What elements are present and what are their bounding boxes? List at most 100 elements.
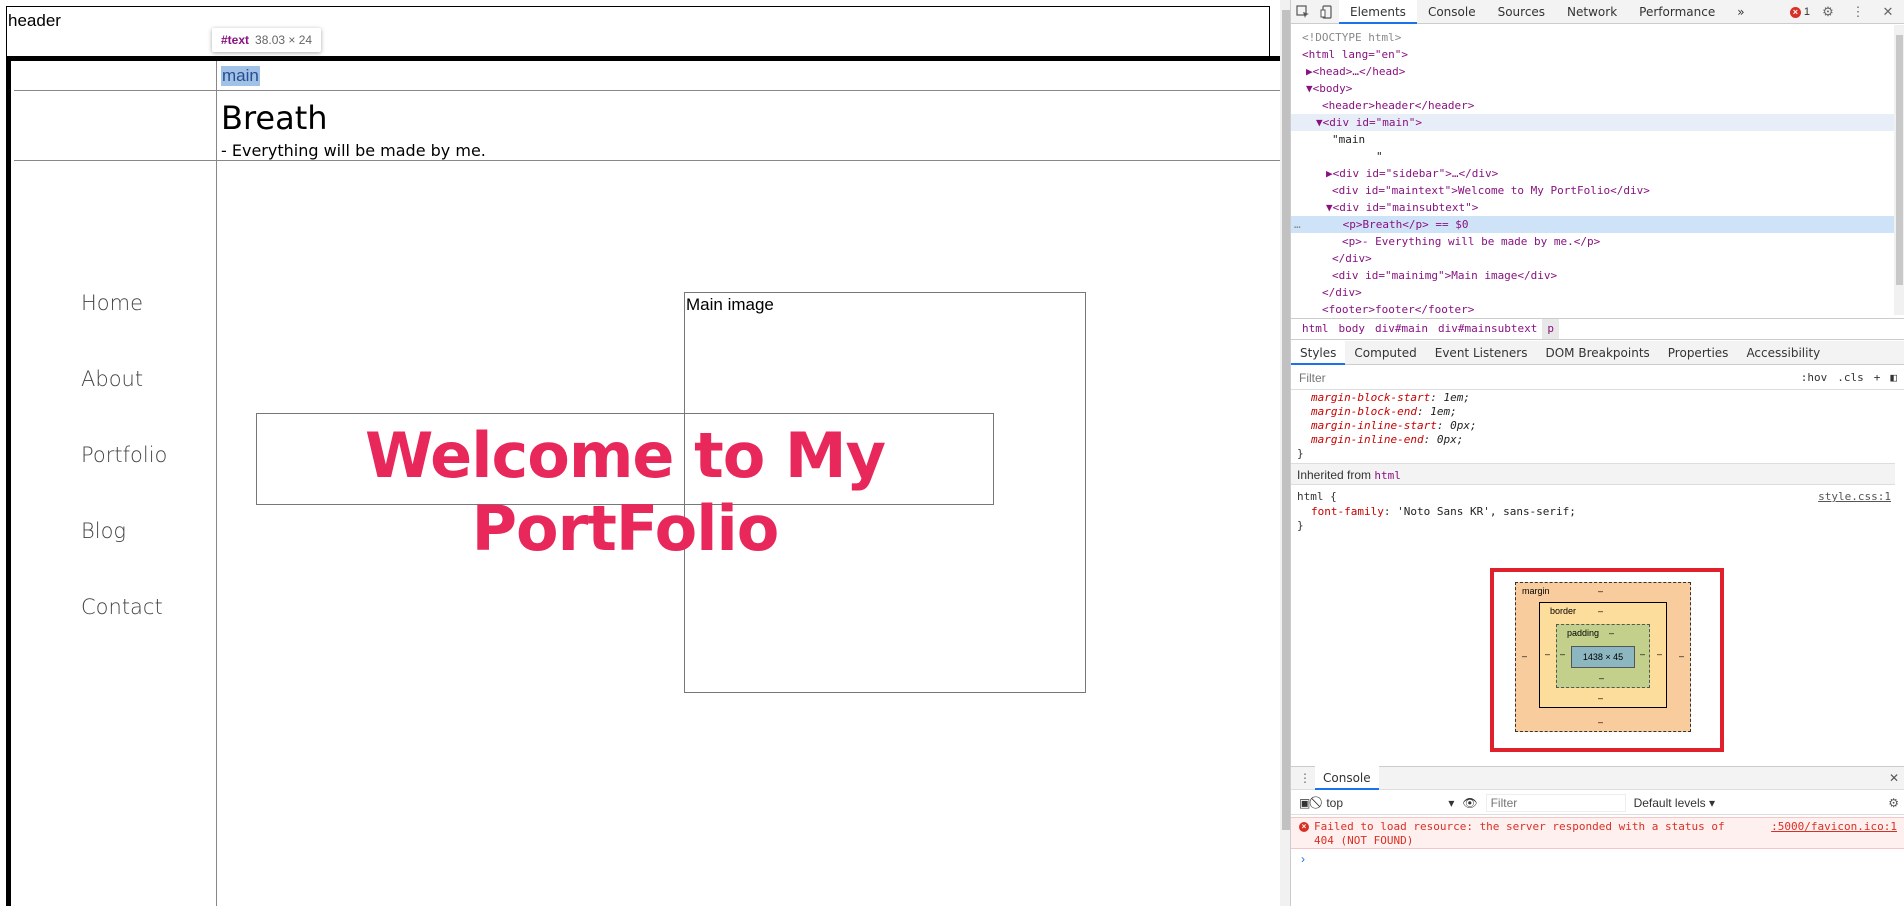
tab-event-listeners[interactable]: Event Listeners xyxy=(1426,341,1537,365)
error-count: 1 xyxy=(1803,6,1810,18)
sidebar-toggle-icon[interactable]: ▣ xyxy=(1299,796,1310,810)
cls-toggle[interactable]: .cls xyxy=(1837,371,1864,384)
tab-properties[interactable]: Properties xyxy=(1659,341,1738,365)
breadcrumb-html[interactable]: html xyxy=(1297,319,1334,339)
dom-div-close[interactable]: </div> xyxy=(1291,250,1895,267)
dom-text-main-end[interactable]: " xyxy=(1291,148,1895,165)
kebab-menu-icon[interactable]: ⋮ xyxy=(1846,0,1870,24)
live-expression-eye-icon[interactable]: 👁 xyxy=(1462,796,1477,810)
tab-performance[interactable]: Performance xyxy=(1628,0,1726,24)
sidebar-nav: Home About Portfolio Blog Contact xyxy=(81,291,167,671)
sidebar-divider xyxy=(216,61,217,906)
dom-div-maintext[interactable]: <div id="maintext">Welcome to My PortFol… xyxy=(1291,182,1895,199)
dom-scrollbar-thumb[interactable] xyxy=(1896,35,1903,285)
ua-prop[interactable]: margin-block-start: 1em; xyxy=(1291,391,1895,405)
breadcrumb-p[interactable]: p xyxy=(1542,319,1559,339)
inspect-tooltip: #text 38.03 × 24 xyxy=(212,28,322,52)
devtools-panel: Elements Console Sources Network Perform… xyxy=(1290,0,1904,906)
dom-doctype[interactable]: <!DOCTYPE html> xyxy=(1291,29,1895,46)
nav-contact[interactable]: Contact xyxy=(81,595,167,619)
dom-header[interactable]: <header>header</header> xyxy=(1291,97,1895,114)
ua-prop[interactable]: margin-block-end: 1em; xyxy=(1291,405,1895,419)
context-select[interactable]: top ▾ xyxy=(1326,796,1454,810)
breadcrumb-body[interactable]: body xyxy=(1334,319,1371,339)
tab-computed[interactable]: Computed xyxy=(1345,341,1425,365)
dom-footer[interactable]: <footer>footer</footer> xyxy=(1291,301,1895,315)
welcome-box: Welcome to My PortFolio xyxy=(256,413,994,565)
dom-breadcrumb: html body div#main div#mainsubtext p xyxy=(1291,318,1904,340)
page-scrollbar[interactable] xyxy=(1280,0,1290,906)
more-tabs-button[interactable]: » xyxy=(1726,0,1755,24)
console-settings-gear-icon[interactable]: ⚙ xyxy=(1888,796,1899,810)
nav-portfolio[interactable]: Portfolio xyxy=(81,443,167,467)
rule-source-link[interactable]: style.css:1 xyxy=(1818,489,1891,505)
nav-home[interactable]: Home xyxy=(81,291,167,315)
error-source-link[interactable]: :5000/favicon.ico:1 xyxy=(1771,820,1897,833)
inherited-from-header: Inherited from html xyxy=(1291,463,1895,485)
error-icon: × xyxy=(1299,822,1309,832)
dom-div-main-close[interactable]: </div> xyxy=(1291,284,1895,301)
dom-div-mainsubtext[interactable]: ▼<div id="mainsubtext"> xyxy=(1291,199,1895,216)
main-text-row: main xyxy=(14,61,1280,91)
nav-blog[interactable]: Blog xyxy=(81,519,167,543)
dom-p-everything[interactable]: <p>- Everything will be made by me.</p> xyxy=(1291,233,1895,250)
ua-prop[interactable]: margin-inline-start: 0px; xyxy=(1291,419,1895,433)
ua-prop[interactable]: margin-inline-end: 0px; xyxy=(1291,433,1895,447)
dom-tree: <!DOCTYPE html> <html lang="en"> ▶<head>… xyxy=(1291,25,1895,315)
console-filter-input[interactable] xyxy=(1485,793,1626,812)
drawer-tab-console[interactable]: Console xyxy=(1315,766,1379,790)
styles-filter-input[interactable] xyxy=(1299,370,1739,385)
dom-div-mainimg[interactable]: <div id="mainimg">Main image</div> xyxy=(1291,267,1895,284)
tab-elements[interactable]: Elements xyxy=(1339,0,1417,24)
tab-styles[interactable]: Styles xyxy=(1291,340,1346,365)
console-prompt[interactable]: › xyxy=(1301,852,1305,866)
rule-close-brace: } xyxy=(1297,447,1304,460)
page-scrollbar-thumb[interactable] xyxy=(1282,10,1290,830)
dom-head[interactable]: ▶<head>…</head> xyxy=(1291,63,1895,80)
dom-div-main[interactable]: ▼<div id="main"> xyxy=(1291,114,1895,131)
log-levels-select[interactable]: Default levels ▾ xyxy=(1634,796,1715,810)
tab-console[interactable]: Console xyxy=(1417,0,1487,24)
inspect-element-icon[interactable] xyxy=(1291,0,1315,24)
new-rule-button[interactable]: + xyxy=(1874,371,1881,384)
dom-text-main[interactable]: "main xyxy=(1291,131,1895,148)
tab-network[interactable]: Network xyxy=(1556,0,1628,24)
inherited-tag[interactable]: html xyxy=(1374,469,1401,482)
html-rule-selector[interactable]: html {style.css:1 xyxy=(1291,489,1895,505)
devtools-toolbar: Elements Console Sources Network Perform… xyxy=(1291,0,1904,24)
drawer-close-icon[interactable]: ✕ xyxy=(1889,771,1899,785)
nav-about[interactable]: About xyxy=(81,367,167,391)
box-model-content[interactable]: 1438 × 45 xyxy=(1571,646,1635,668)
dom-p-breath[interactable]: … <p>Breath</p> == $0 xyxy=(1291,216,1895,233)
settings-gear-icon[interactable]: ⚙ xyxy=(1816,0,1840,24)
breath-heading: Breath xyxy=(221,99,328,137)
inherited-label: Inherited from xyxy=(1297,468,1372,482)
tab-dom-breakpoints[interactable]: DOM Breakpoints xyxy=(1536,341,1658,365)
breadcrumb-div-mainsubtext[interactable]: div#mainsubtext xyxy=(1433,319,1542,339)
dom-scrollbar[interactable] xyxy=(1894,25,1904,315)
welcome-text: Welcome to My PortFolio xyxy=(365,419,886,565)
html-rule-prop[interactable]: font-family: 'Noto Sans KR', sans-serif; xyxy=(1291,505,1895,519)
dom-ellipsis[interactable]: … xyxy=(1294,218,1301,231)
device-toggle-icon[interactable] xyxy=(1315,0,1339,24)
breadcrumb-div-main[interactable]: div#main xyxy=(1370,319,1433,339)
tab-accessibility[interactable]: Accessibility xyxy=(1737,341,1829,365)
close-icon[interactable]: ✕ xyxy=(1876,0,1900,24)
dom-html[interactable]: <html lang="en"> xyxy=(1291,46,1895,63)
page-main: main Breath - Everything will be made by… xyxy=(6,56,1280,906)
drawer-menu-icon[interactable]: ⋮ xyxy=(1299,771,1311,785)
dom-body[interactable]: ▼<body> xyxy=(1291,80,1895,97)
tab-sources[interactable]: Sources xyxy=(1487,0,1556,24)
hov-toggle[interactable]: :hov xyxy=(1801,371,1828,384)
error-count-badge[interactable]: × 1 xyxy=(1789,6,1810,18)
main-image-label: Main image xyxy=(686,295,774,314)
console-toolbar: ▣ ⃠ top▾ 👁 Default levels ▾ ⚙ xyxy=(1291,791,1904,815)
toggle-sidebar-icon[interactable]: ◧ xyxy=(1890,371,1897,384)
dom-div-sidebar[interactable]: ▶<div id="sidebar">…</div> xyxy=(1291,165,1895,182)
breath-subtitle: - Everything will be made by me. xyxy=(221,141,486,160)
error-icon: × xyxy=(1789,6,1801,18)
rendered-page: header main Breath - Everything will be … xyxy=(0,0,1280,906)
main-subtext: Breath - Everything will be made by me. xyxy=(14,91,1280,161)
console-drawer-bar: ⋮ Console ✕ xyxy=(1291,766,1904,790)
console-error-message: × Failed to load resource: the server re… xyxy=(1291,817,1904,849)
